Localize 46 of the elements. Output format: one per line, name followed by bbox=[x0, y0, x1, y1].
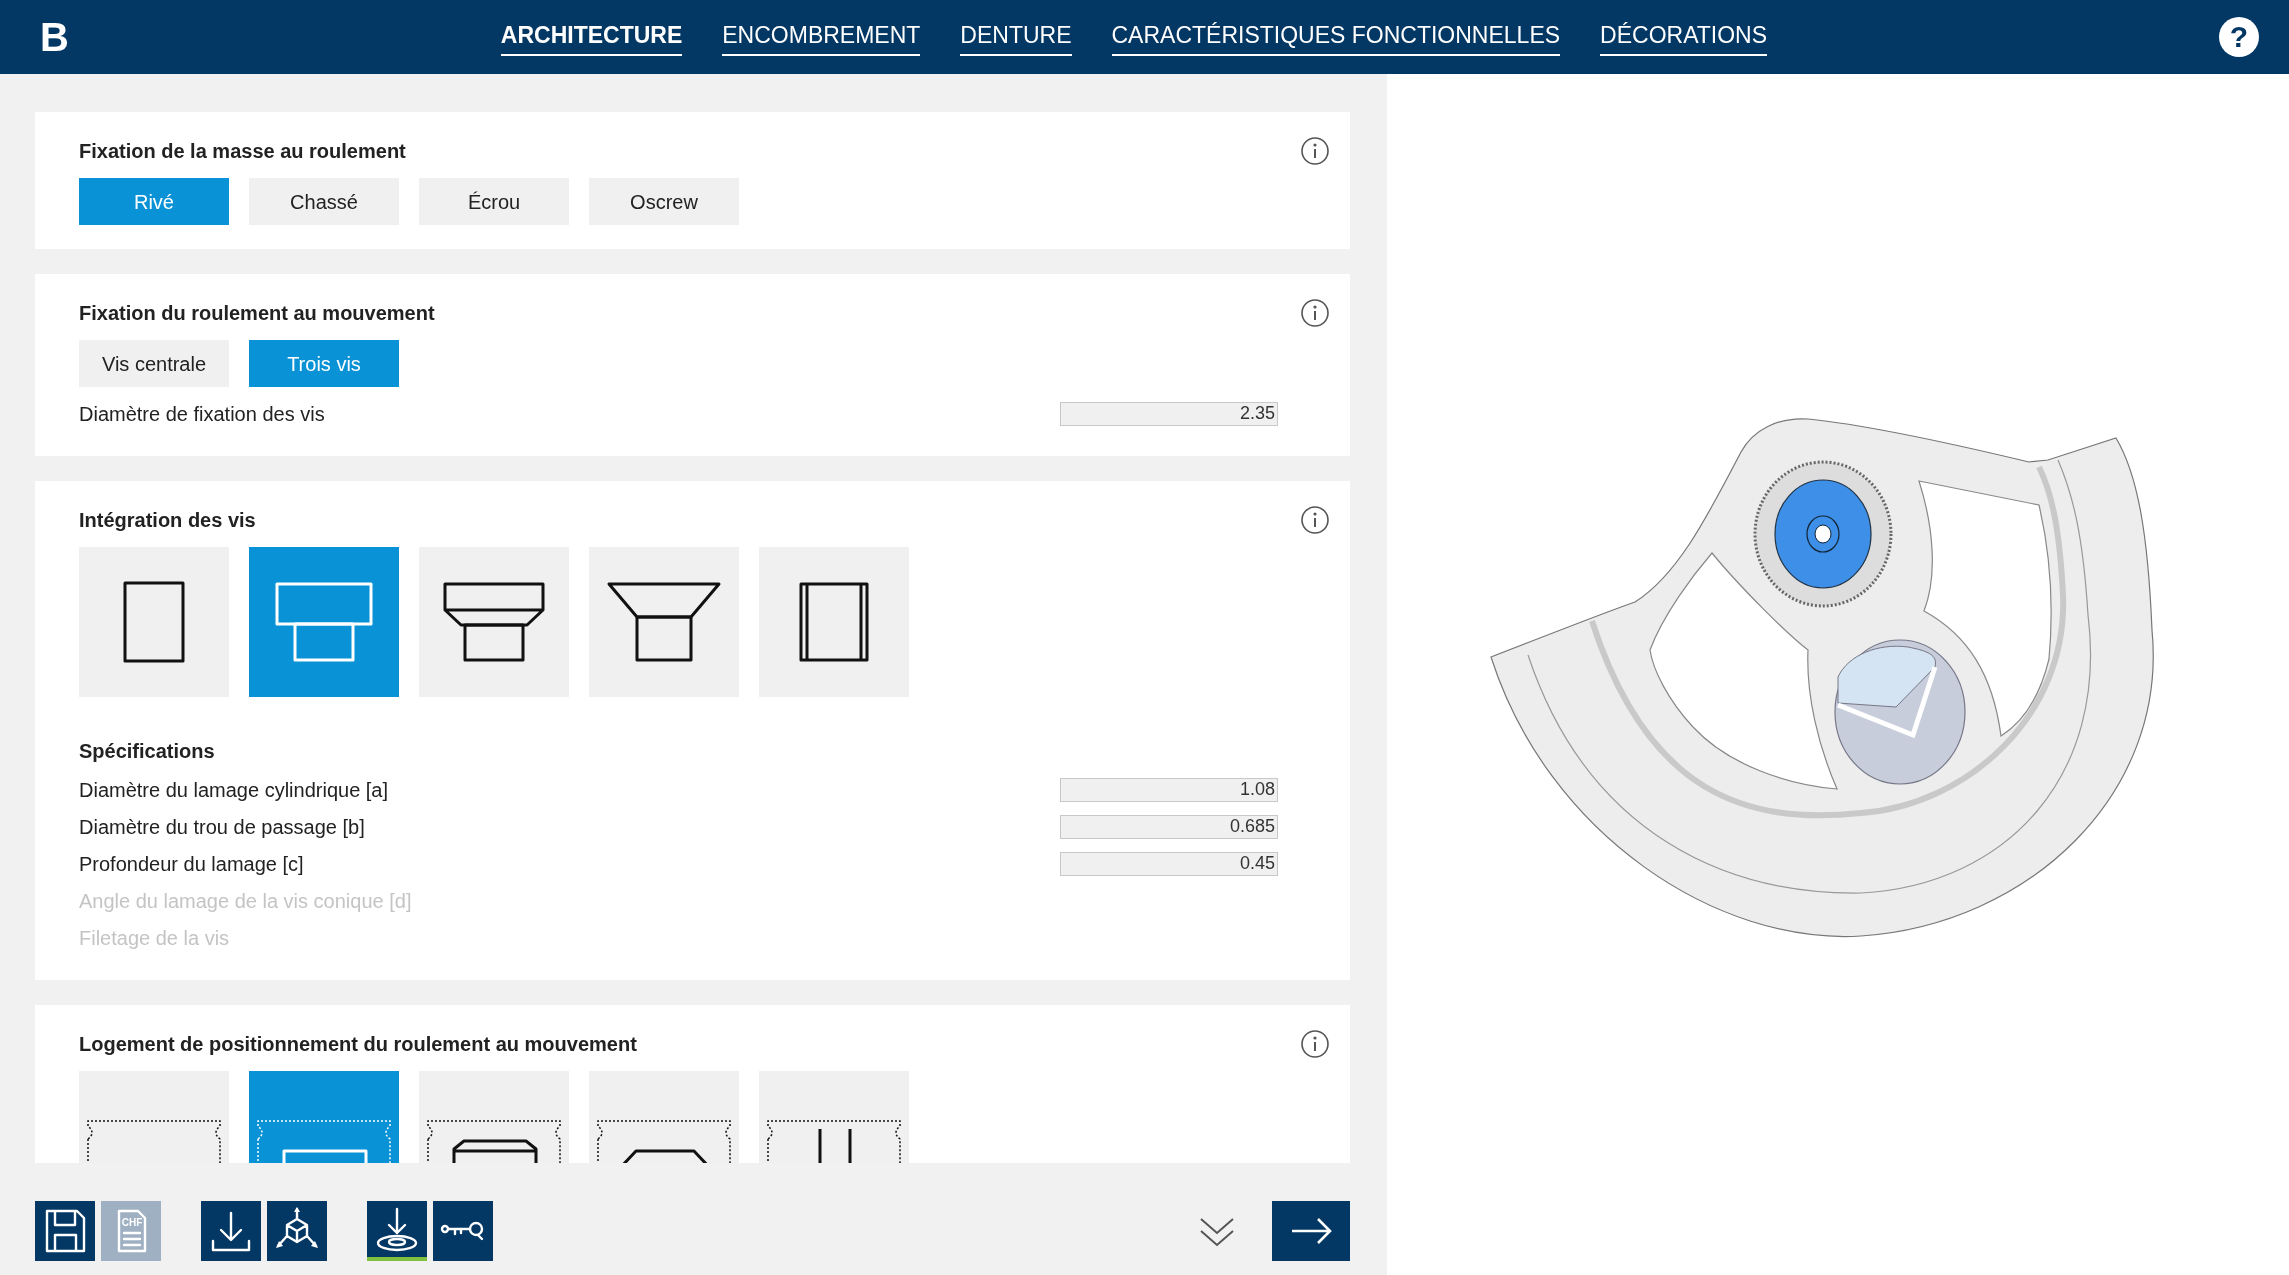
number-field[interactable]: 0.685 bbox=[1060, 814, 1278, 839]
seat-profile-icon bbox=[86, 1119, 222, 1163]
nav-tab[interactable]: ARCHITECTURE bbox=[500, 18, 683, 56]
section-title: Fixation du roulement au mouvement bbox=[79, 301, 435, 326]
option-button[interactable]: Vis centrale bbox=[79, 340, 229, 387]
nav-tab[interactable]: ENCOMBREMENT bbox=[722, 18, 921, 56]
seat-profile-icon bbox=[256, 1119, 392, 1163]
option-button[interactable]: Écrou bbox=[419, 178, 569, 225]
field-label: Filetage de la vis bbox=[79, 925, 230, 951]
info-icon[interactable] bbox=[1300, 298, 1330, 328]
toolbar-button[interactable] bbox=[433, 1200, 493, 1261]
currency-label: CHF bbox=[121, 1216, 143, 1228]
profile-option[interactable] bbox=[589, 547, 739, 697]
toolbar-button[interactable] bbox=[367, 1200, 427, 1261]
field-label: Angle du lamage de la vis conique [d] bbox=[79, 888, 412, 914]
profile-option[interactable] bbox=[419, 547, 569, 697]
seat-profile-icon bbox=[596, 1119, 732, 1163]
info-icon[interactable] bbox=[1300, 1029, 1330, 1059]
nav-tab[interactable]: DÉCORATIONS bbox=[1600, 18, 1768, 56]
section-title: Intégration des vis bbox=[79, 508, 256, 533]
subheading: Spécifications bbox=[79, 739, 216, 764]
toolbar-button[interactable] bbox=[267, 1200, 327, 1261]
number-field[interactable]: 1.08 bbox=[1060, 777, 1278, 802]
field-label: Diamètre de fixation des vis bbox=[79, 401, 325, 427]
seat-profile-icon bbox=[426, 1119, 562, 1163]
logo: B bbox=[40, 17, 69, 57]
next-button[interactable] bbox=[1272, 1200, 1350, 1261]
seat-profile-icon bbox=[766, 1119, 902, 1163]
profile-option[interactable] bbox=[759, 547, 909, 697]
section-title: Fixation de la masse au roulement bbox=[79, 139, 406, 164]
number-field[interactable]: 0.45 bbox=[1060, 851, 1278, 876]
info-icon[interactable] bbox=[1300, 505, 1330, 535]
help-button[interactable]: ? bbox=[2219, 17, 2259, 57]
field-label: Diamètre du trou de passage [b] bbox=[79, 814, 365, 840]
nav-tab[interactable]: DENTURE bbox=[960, 18, 1072, 56]
number-field[interactable]: 2.35 bbox=[1060, 401, 1278, 426]
profile-option[interactable] bbox=[79, 547, 229, 697]
toolbar-button[interactable] bbox=[35, 1200, 95, 1261]
option-button[interactable]: Chassé bbox=[249, 178, 399, 225]
toolbar-button[interactable] bbox=[201, 1200, 261, 1261]
section-title: Logement de positionnement du roulement au mouvement bbox=[79, 1032, 637, 1057]
field-label: Profondeur du lamage [c] bbox=[79, 851, 304, 877]
option-button[interactable]: Oscrew bbox=[589, 178, 739, 225]
nav-tab[interactable]: CARACTÉRISTIQUES FONCTIONNELLES bbox=[1111, 18, 1561, 56]
info-icon[interactable] bbox=[1300, 136, 1330, 166]
field-label: Diamètre du lamage cylindrique [a] bbox=[79, 777, 389, 803]
